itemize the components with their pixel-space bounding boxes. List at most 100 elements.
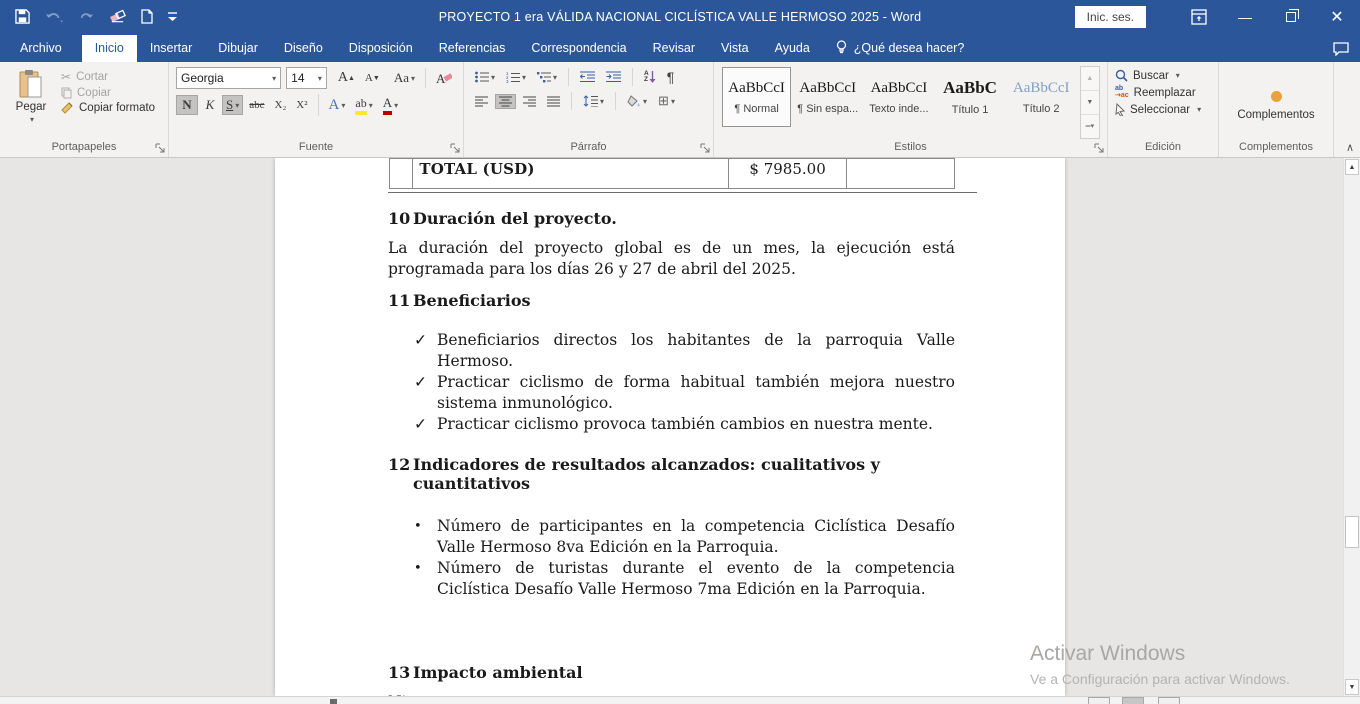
style-titulo-1[interactable]: AaBbC Título 1 [935,67,1004,127]
decrease-indent-button[interactable] [576,69,599,85]
subscript-button[interactable]: X₂ [271,97,291,113]
dialog-launcher-icon[interactable] [155,143,166,154]
multilevel-list-button[interactable]: ▾ [533,69,561,85]
scrollbar-thumb[interactable] [1345,516,1359,548]
align-left-button[interactable] [471,94,492,109]
table-cell-total-amount[interactable]: $ 7985.00 [729,159,846,189]
styles-scroll-down-icon[interactable]: ▼ [1081,91,1099,115]
close-button[interactable]: ✕ [1314,0,1360,33]
strikethrough-button[interactable]: abc [245,97,268,113]
style-titulo-2[interactable]: AaBbCcI Título 2 [1007,67,1076,127]
paste-button[interactable]: Pegar ▾ [7,67,55,139]
font-color-icon: A [383,95,392,115]
copy-button[interactable]: Copiar [61,87,155,99]
font-name-combo[interactable]: Georgia▾ [176,67,281,89]
line-spacing-button[interactable]: ▾ [579,93,608,109]
tab-diseno[interactable]: Diseño [271,35,336,62]
group-label-estilos: Estilos [894,141,926,153]
group-label-complementos: Complementos [1239,141,1313,153]
shrink-font-button[interactable]: A▼ [361,70,384,86]
tab-revisar[interactable]: Revisar [640,35,708,62]
scroll-up-icon[interactable]: ▲ [1345,159,1359,175]
comments-button[interactable] [1322,42,1360,62]
tab-correspondencia[interactable]: Correspondencia [518,35,639,62]
customize-qat-icon[interactable] [168,11,177,23]
find-button[interactable]: Buscar▾ [1115,69,1201,82]
clipboard-icon [18,69,44,99]
tab-dibujar[interactable]: Dibujar [205,35,271,62]
table-cell-empty-right[interactable] [846,159,954,189]
collapse-ribbon-icon[interactable]: ∧ [1346,141,1354,154]
styles-scroll-up-icon[interactable]: ▲ [1081,67,1099,91]
increase-indent-button[interactable] [602,69,625,85]
document-page[interactable]: TOTAL (USD) $ 7985.00 10Duración del pro… [275,158,1065,696]
justify-button[interactable] [543,94,564,109]
view-read-mode-button[interactable] [1088,697,1110,704]
grow-font-button[interactable]: A▲ [334,68,359,88]
scroll-down-icon[interactable]: ▼ [1345,679,1359,695]
dialog-launcher-icon[interactable] [450,143,461,154]
eraser-icon[interactable] [109,9,126,24]
save-icon[interactable] [15,9,30,24]
group-label-fuente: Fuente [299,141,333,153]
align-right-button[interactable] [519,94,540,109]
undo-icon[interactable] [45,10,63,24]
view-web-layout-button[interactable] [1158,697,1180,704]
style-normal[interactable]: AaBbCcI ¶ Normal [722,67,791,127]
redo-icon[interactable] [78,10,94,24]
tab-referencias[interactable]: Referencias [426,35,519,62]
styles-gallery-more-icon[interactable]: ═▾ [1081,115,1099,138]
tab-ayuda[interactable]: Ayuda [762,35,823,62]
font-size-combo[interactable]: 14▾ [286,67,327,89]
borders-button[interactable]: ⊞▾ [654,91,679,111]
clear-formatting-button[interactable]: A [432,69,456,87]
superscript-button[interactable]: X² [292,97,311,113]
table-cell-empty-left[interactable] [390,159,413,189]
view-print-layout-button[interactable] [1122,697,1144,704]
table-outer-border [388,192,977,193]
group-edicion: Buscar▾ ab⇢ac Reemplazar Seleccionar▾ Ed… [1108,62,1219,157]
italic-button[interactable]: K [200,95,220,115]
dialog-launcher-icon[interactable] [700,143,711,154]
table-cell-total-label[interactable]: TOTAL (USD) [413,159,729,189]
quick-access-toolbar [0,9,177,24]
format-painter-button[interactable]: Copiar formato [61,102,155,114]
sign-in-button[interactable]: Inic. ses. [1075,6,1146,28]
tell-me-box[interactable]: ¿Qué desea hacer? [823,34,978,62]
tab-insertar[interactable]: Insertar [137,35,205,62]
numbering-button[interactable]: 123▾ [502,69,530,85]
align-center-button[interactable] [495,94,516,109]
shading-button[interactable]: ▾ [623,93,651,109]
addins-button[interactable]: Complementos [1226,67,1326,139]
change-case-button[interactable]: Aa▾ [390,68,419,88]
tab-disposicion[interactable]: Disposición [336,35,426,62]
ribbon-display-options-icon[interactable] [1176,0,1222,33]
table-row[interactable]: TOTAL (USD) $ 7985.00 [390,159,955,189]
tab-archivo[interactable]: Archivo [0,35,82,62]
text-effects-button[interactable]: A▾ [325,95,350,116]
copy-icon [61,87,72,99]
restore-button[interactable] [1268,0,1314,33]
clear-formatting-icon: A [436,71,452,85]
minimize-button[interactable]: — [1222,0,1268,33]
new-document-icon[interactable] [141,9,153,24]
show-marks-button[interactable]: ¶ [663,67,679,87]
replace-button[interactable]: ab⇢ac Reemplazar [1115,86,1201,99]
paint-bucket-icon [627,95,641,107]
bold-button[interactable]: N [176,95,198,115]
cut-button[interactable]: ✂ Cortar [61,70,155,84]
underline-button[interactable]: S▾ [222,95,243,115]
bullets-button[interactable]: ▾ [471,69,499,85]
highlight-color-button[interactable]: ab▾ [351,94,376,117]
dialog-launcher-icon[interactable] [1094,143,1105,154]
tab-vista[interactable]: Vista [708,35,762,62]
style-sin-espaciado[interactable]: AaBbCcI ¶ Sin espa... [793,67,862,127]
font-color-button[interactable]: A▾ [379,93,402,117]
vertical-scrollbar[interactable]: ▲ ▼ [1343,158,1360,696]
style-texto-independiente[interactable]: AaBbCcI Texto inde... [864,67,933,127]
activation-watermark: Activar Windows Ve a Configuración para … [1030,642,1290,687]
format-painter-icon [61,102,74,114]
sort-button[interactable]: AZ [640,69,660,85]
select-button[interactable]: Seleccionar▾ [1115,103,1201,116]
tab-inicio[interactable]: Inicio [82,35,137,62]
